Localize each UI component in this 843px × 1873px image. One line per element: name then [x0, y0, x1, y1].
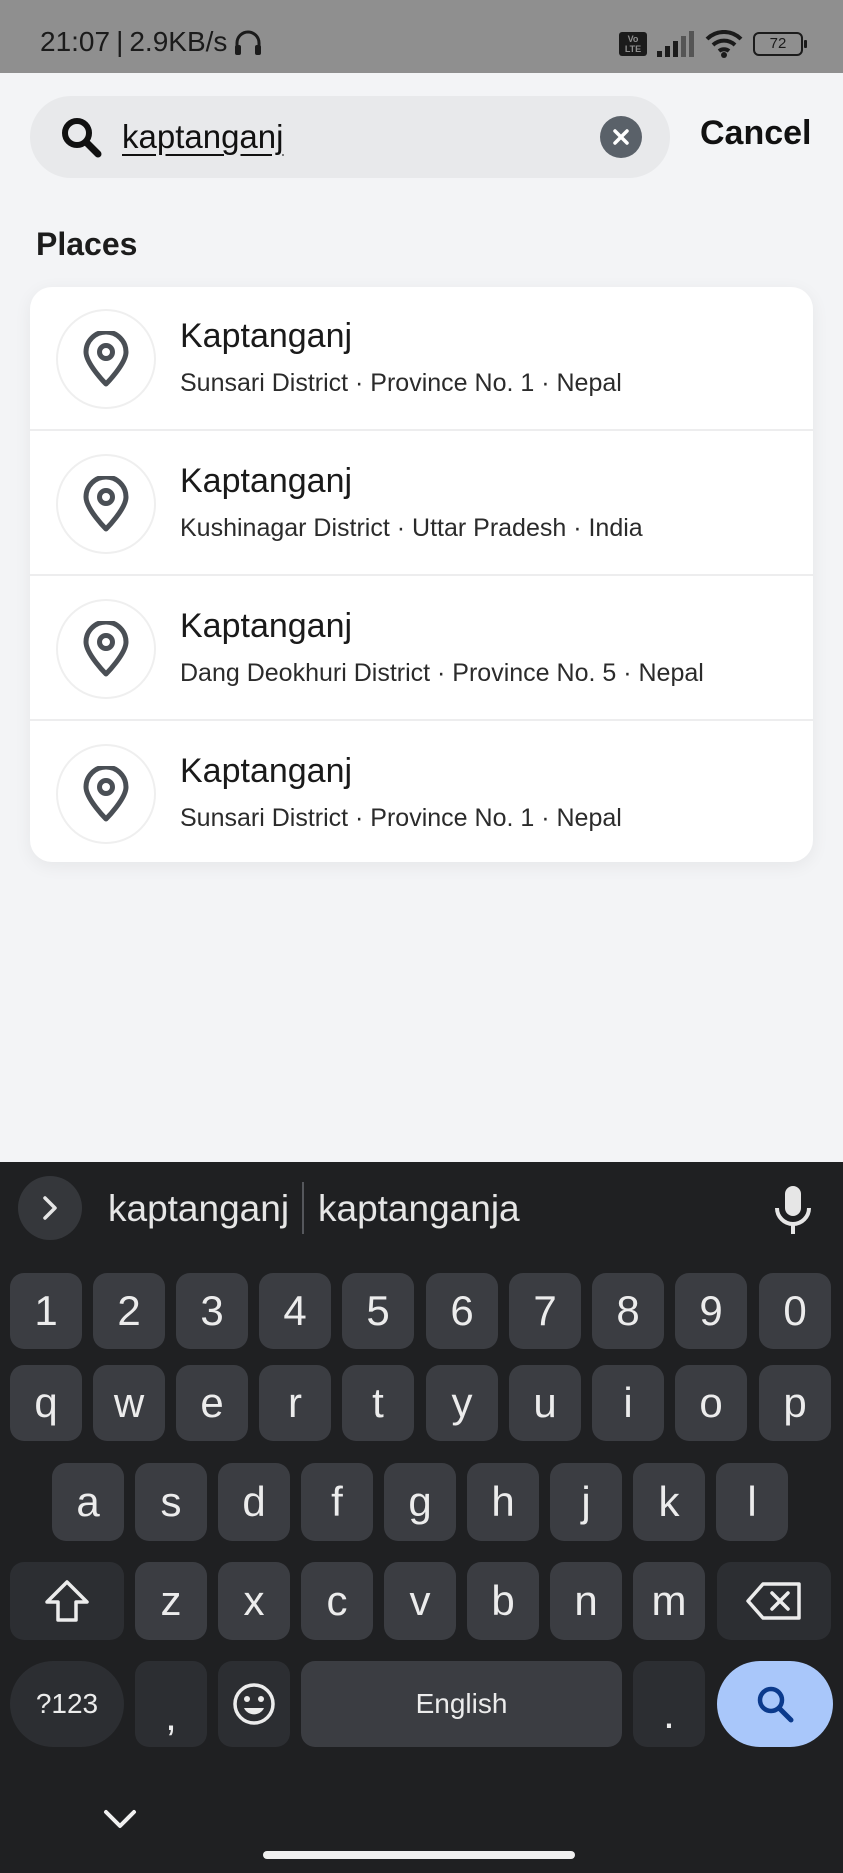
- key-z[interactable]: z: [135, 1562, 207, 1640]
- key-3[interactable]: 3: [176, 1273, 248, 1349]
- key-x[interactable]: x: [218, 1562, 290, 1640]
- chevron-down-icon[interactable]: [100, 1804, 140, 1834]
- search-input[interactable]: [122, 108, 602, 166]
- status-separator: |: [116, 26, 124, 57]
- result-subtitle: Sunsari District · Province No. 1 · Nepa…: [180, 369, 622, 397]
- headphones-icon: [235, 30, 262, 55]
- keyboard: kaptanganj kaptanganja 1 2 3 4 5 6 7 8 9…: [0, 1162, 843, 1873]
- key-2[interactable]: 2: [93, 1273, 165, 1349]
- result-subtitle: Dang Deokhuri District · Province No. 5 …: [180, 659, 704, 687]
- key-6[interactable]: 6: [426, 1273, 498, 1349]
- result-item[interactable]: Kaptanganj Sunsari District · Province N…: [30, 722, 813, 862]
- key-0[interactable]: 0: [759, 1273, 831, 1349]
- status-left: 21:07 | 2.9KB/s: [40, 26, 263, 58]
- location-pin-icon: [56, 309, 156, 409]
- search-icon: [757, 1686, 794, 1723]
- battery-indicator: 72: [753, 32, 807, 56]
- key-9[interactable]: 9: [675, 1273, 747, 1349]
- key-c[interactable]: c: [301, 1562, 373, 1640]
- key-j[interactable]: j: [550, 1463, 622, 1541]
- key-f[interactable]: f: [301, 1463, 373, 1541]
- emoji-icon: [233, 1683, 275, 1725]
- clear-search-button[interactable]: [600, 116, 642, 158]
- signal-icon: [657, 31, 694, 57]
- location-pin-icon: [56, 599, 156, 699]
- key-w[interactable]: w: [93, 1365, 165, 1441]
- key-t[interactable]: t: [342, 1365, 414, 1441]
- suggestion-divider: [302, 1182, 304, 1234]
- section-title-places: Places: [36, 226, 138, 262]
- home-indicator[interactable]: [263, 1851, 575, 1859]
- key-5[interactable]: 5: [342, 1273, 414, 1349]
- backspace-icon: [746, 1582, 801, 1620]
- key-y[interactable]: y: [426, 1365, 498, 1441]
- key-k[interactable]: k: [633, 1463, 705, 1541]
- period-key[interactable]: .: [633, 1661, 705, 1747]
- key-p[interactable]: p: [759, 1365, 831, 1441]
- key-4[interactable]: 4: [259, 1273, 331, 1349]
- backspace-key[interactable]: [717, 1562, 831, 1640]
- suggestion-2[interactable]: kaptanganja: [318, 1188, 520, 1230]
- key-r[interactable]: r: [259, 1365, 331, 1441]
- suggestions-expand-button[interactable]: [18, 1176, 82, 1240]
- search-bar[interactable]: [30, 96, 670, 178]
- key-m[interactable]: m: [633, 1562, 705, 1640]
- key-u[interactable]: u: [509, 1365, 581, 1441]
- symbols-key[interactable]: ?123: [10, 1661, 124, 1747]
- result-subtitle: Sunsari District · Province No. 1 · Nepa…: [180, 804, 622, 832]
- status-right: Vo LTE 72: [619, 30, 807, 58]
- result-subtitle: Kushinagar District · Uttar Pradesh · In…: [180, 514, 643, 542]
- key-h[interactable]: h: [467, 1463, 539, 1541]
- shift-icon: [45, 1580, 89, 1622]
- space-key[interactable]: English: [301, 1661, 622, 1747]
- result-title: Kaptanganj: [180, 607, 353, 645]
- result-item[interactable]: Kaptanganj Dang Deokhuri District · Prov…: [30, 577, 813, 721]
- comma-key[interactable]: ,: [135, 1661, 207, 1747]
- status-time: 21:07: [40, 26, 111, 57]
- microphone-icon[interactable]: [770, 1184, 816, 1236]
- key-q[interactable]: q: [10, 1365, 82, 1441]
- clear-icon: [613, 129, 629, 145]
- result-title: Kaptanganj: [180, 462, 353, 500]
- cancel-button[interactable]: Cancel: [700, 114, 812, 153]
- suggestion-1[interactable]: kaptanganj: [108, 1188, 289, 1230]
- search-key[interactable]: [717, 1661, 833, 1747]
- key-8[interactable]: 8: [592, 1273, 664, 1349]
- location-pin-icon: [56, 454, 156, 554]
- key-s[interactable]: s: [135, 1463, 207, 1541]
- key-a[interactable]: a: [52, 1463, 124, 1541]
- status-net-speed: 2.9KB/s: [129, 26, 228, 57]
- key-1[interactable]: 1: [10, 1273, 82, 1349]
- key-o[interactable]: o: [675, 1365, 747, 1441]
- key-b[interactable]: b: [467, 1562, 539, 1640]
- result-item[interactable]: Kaptanganj Sunsari District · Province N…: [30, 287, 813, 431]
- key-g[interactable]: g: [384, 1463, 456, 1541]
- results-list: Kaptanganj Sunsari District · Province N…: [30, 287, 813, 862]
- chevron-right-icon: [43, 1196, 57, 1220]
- status-bar: 21:07 | 2.9KB/s Vo LTE 72: [0, 0, 843, 73]
- key-v[interactable]: v: [384, 1562, 456, 1640]
- emoji-key[interactable]: [218, 1661, 290, 1747]
- result-item[interactable]: Kaptanganj Kushinagar District · Uttar P…: [30, 432, 813, 576]
- result-title: Kaptanganj: [180, 317, 353, 355]
- location-pin-icon: [56, 744, 156, 844]
- key-l[interactable]: l: [716, 1463, 788, 1541]
- key-d[interactable]: d: [218, 1463, 290, 1541]
- key-e[interactable]: e: [176, 1365, 248, 1441]
- search-icon: [62, 118, 102, 158]
- key-n[interactable]: n: [550, 1562, 622, 1640]
- key-7[interactable]: 7: [509, 1273, 581, 1349]
- result-title: Kaptanganj: [180, 752, 353, 790]
- volte-icon: Vo LTE: [619, 32, 647, 56]
- key-i[interactable]: i: [592, 1365, 664, 1441]
- wifi-icon: [705, 30, 743, 58]
- shift-key[interactable]: [10, 1562, 124, 1640]
